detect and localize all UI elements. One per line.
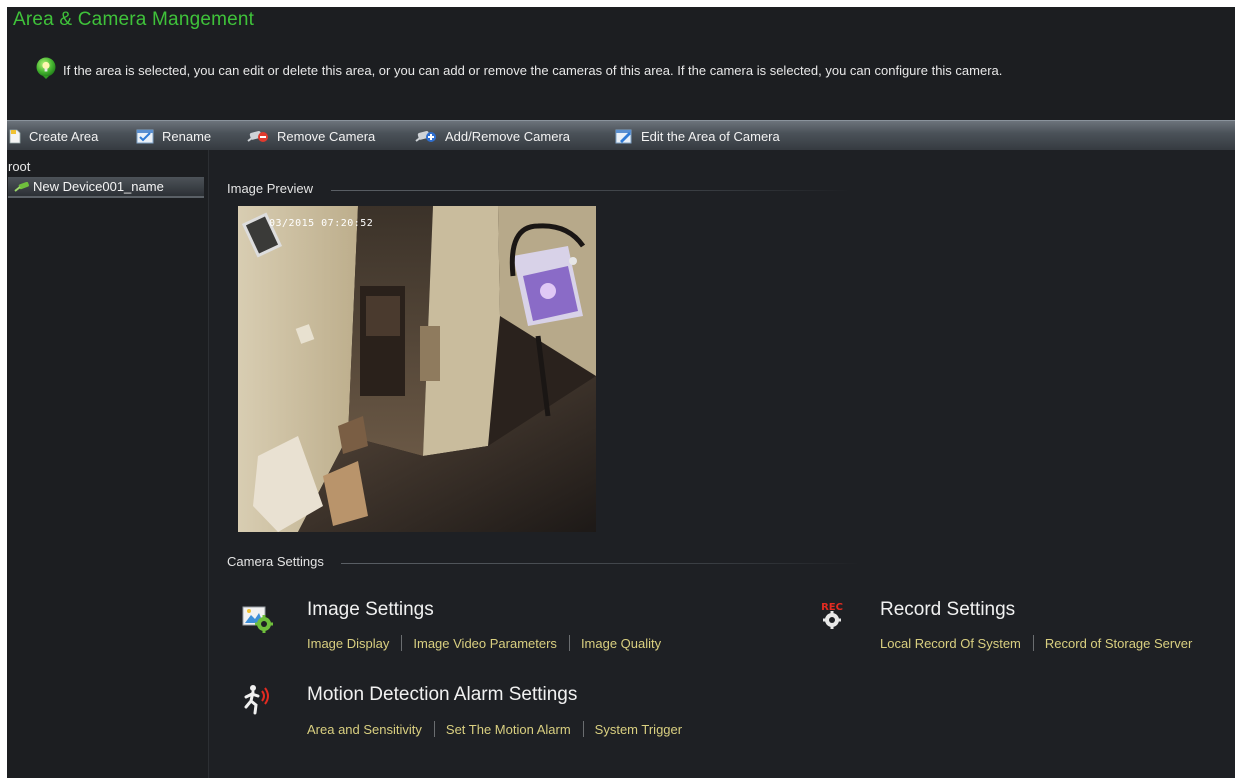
motion-settings-links: Area and Sensitivity Set The Motion Alar… <box>307 721 682 737</box>
divider <box>331 190 851 191</box>
link-separator <box>401 635 403 651</box>
link-separator <box>582 721 584 737</box>
main-panel: Image Preview 03/2015 07:20:52 Camera Se… <box>209 150 1235 778</box>
area-tree: root New Device001_name <box>7 150 209 778</box>
remove-camera-label: Remove Camera <box>277 128 376 144</box>
camera-settings-label: Camera Settings <box>227 554 324 569</box>
link-separator <box>1032 635 1034 651</box>
edit-area-label: Edit the Area of Camera <box>641 128 780 144</box>
divider <box>341 563 861 564</box>
rename-button[interactable]: Rename <box>136 121 211 151</box>
system-trigger-link[interactable]: System Trigger <box>595 722 682 737</box>
toolbar: Create Area Rename Remove Camera Add/Rem… <box>7 120 1235 151</box>
camera-remove-icon <box>247 130 268 142</box>
motion-settings-title: Motion Detection Alarm Settings <box>307 684 578 705</box>
edit-icon <box>615 129 632 144</box>
rename-label: Rename <box>162 128 212 144</box>
tree-root[interactable]: root <box>8 159 30 174</box>
link-separator <box>433 721 435 737</box>
rename-icon <box>136 129 154 144</box>
image-settings-links: Image Display Image Video Parameters Ima… <box>307 635 661 651</box>
camera-add-icon <box>415 130 436 142</box>
image-display-link[interactable]: Image Display <box>307 636 389 651</box>
set-motion-alarm-link[interactable]: Set The Motion Alarm <box>446 722 571 737</box>
link-separator <box>568 635 570 651</box>
camera-snapshot <box>238 206 596 532</box>
camera-icon <box>14 181 29 192</box>
local-record-link[interactable]: Local Record Of System <box>880 636 1021 651</box>
record-settings-links: Local Record Of System Record of Storage… <box>880 635 1192 651</box>
add-remove-camera-button[interactable]: Add/Remove Camera <box>415 121 570 151</box>
create-area-button[interactable]: Create Area <box>9 121 98 151</box>
image-video-parameters-link[interactable]: Image Video Parameters <box>413 636 557 651</box>
rec-text: REC <box>821 602 843 613</box>
area-sensitivity-link[interactable]: Area and Sensitivity <box>307 722 422 737</box>
tree-item-label: New Device001_name <box>33 179 164 194</box>
storage-server-record-link[interactable]: Record of Storage Server <box>1045 636 1192 651</box>
image-preview-label: Image Preview <box>227 181 313 196</box>
timestamp-overlay: 03/2015 07:20:52 <box>269 218 374 229</box>
edit-area-of-camera-button[interactable]: Edit the Area of Camera <box>615 121 780 151</box>
motion-alarm-icon <box>244 685 269 715</box>
tip-text: If the area is selected, you can edit or… <box>63 63 1003 78</box>
app-window: Area & Camera Mangement If the area is s… <box>7 7 1235 778</box>
add-remove-camera-label: Add/Remove Camera <box>445 128 570 144</box>
tree-item-device[interactable]: New Device001_name <box>8 177 204 198</box>
image-quality-link[interactable]: Image Quality <box>581 636 661 651</box>
create-area-label: Create Area <box>29 128 99 144</box>
record-settings-title: Record Settings <box>880 599 1016 620</box>
page-title: Area & Camera Mangement <box>13 9 255 30</box>
image-settings-title: Image Settings <box>307 599 434 620</box>
record-settings-icon: REC <box>821 602 843 629</box>
image-settings-icon <box>242 606 273 633</box>
image-preview: 03/2015 07:20:52 <box>238 206 596 532</box>
remove-camera-button[interactable]: Remove Camera <box>247 121 375 151</box>
document-icon <box>9 129 21 143</box>
lightbulb-icon <box>36 57 56 79</box>
